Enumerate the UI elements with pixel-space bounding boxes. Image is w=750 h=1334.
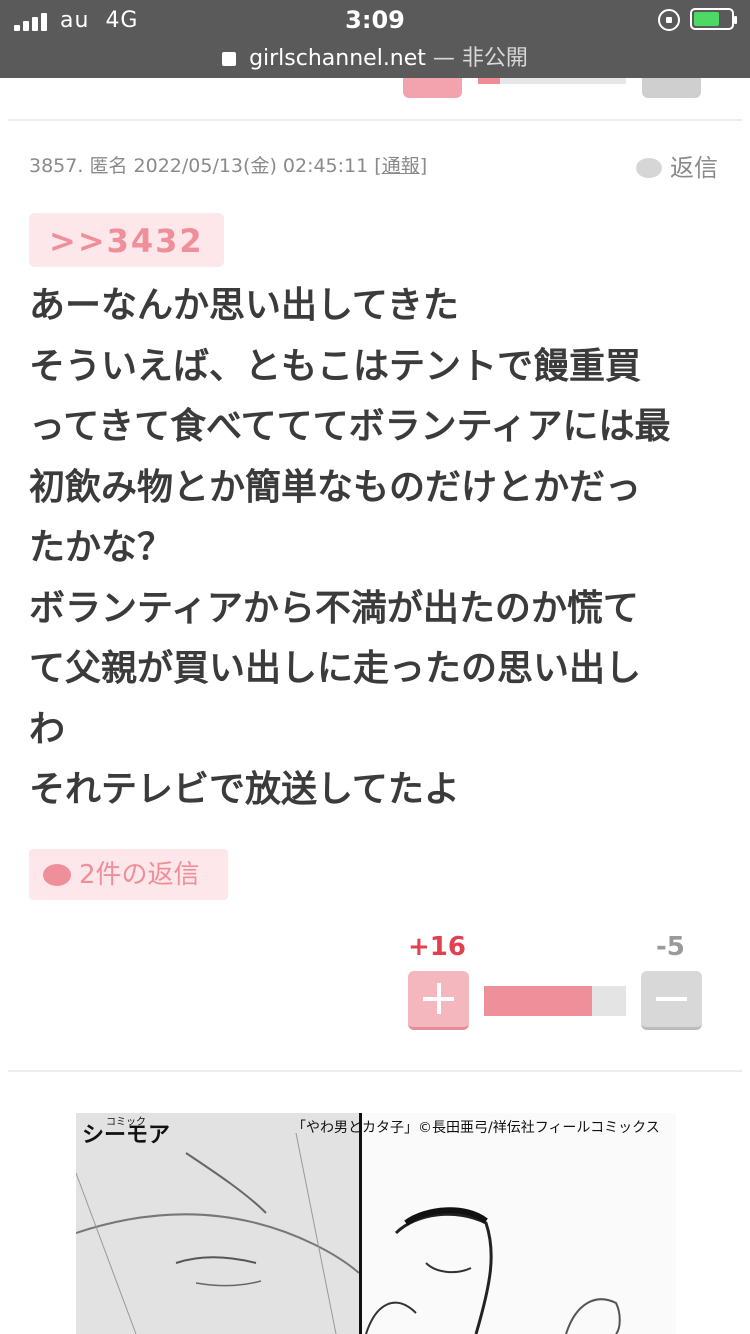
ad-panel-divider [359,1113,362,1334]
replies-label: 2件の返信 [79,860,200,890]
comment-line: それテレビで放送してたよ [29,769,460,810]
lock-icon [222,52,237,66]
comment-author: 匿名 [89,155,128,177]
address-bar[interactable]: girlschannel.net — 非公開 [0,40,750,71]
manga-ad-banner[interactable]: コミック シーモア 「やわ男とカタ子」©長田亜弓/祥伝社フィールコミックス [76,1113,676,1334]
status-bar: au 4G 3:09 [0,0,750,40]
minus-vote-count: -5 [656,932,685,962]
speech-bubble-icon [636,158,662,178]
address-suffix: — 非公開 [432,46,528,71]
clock: 3:09 [345,6,405,34]
vote-ratio-fill [484,986,592,1016]
comment-line: たかな？ [29,527,174,568]
comment-line: て父親が買い出しに走ったの思い出し [29,648,642,689]
comment-line: そういえば、ともこはテントで饅重買 [29,345,642,387]
battery-icon [690,8,737,30]
report-link[interactable]: 通報 [382,155,420,177]
minus-vote-button[interactable] [641,971,702,1030]
comment-line: わ [29,708,66,750]
divider [8,119,742,121]
comment-meta: 3857. 匿名 2022/05/13(金) 02:45:11 [通報] [29,155,428,177]
ad-credit: 「やわ男とカタ子」©長田亜弓/祥伝社フィールコミックス [292,1120,660,1136]
vote-ratio-bar [484,986,626,1016]
anchor-link[interactable]: >>3432 [29,213,224,267]
browser-top-bar: au 4G 3:09 girlschannel.net — 非公開 [0,0,750,78]
divider [8,1070,742,1072]
comment-line: あーなんか思い出してきた [29,285,459,326]
plus-vote-button[interactable] [408,971,469,1030]
plus-vote-count: +16 [408,932,466,962]
comment-line: ってきて食べてててボランティアには最 [29,406,671,447]
address-domain: girlschannel.net [249,46,426,71]
comment-number: 3857. [29,155,84,177]
comment-line: 初飲み物とか簡単なものだけとかだっ [29,466,642,508]
speech-bubble-icon [43,864,71,886]
comment-datetime: 2022/05/13(金) 02:45:11 [133,155,369,177]
comment-body: あーなんか思い出してきた そういえば、ともこはテントで饅重買 ってきて食べててて… [29,276,729,821]
replies-button[interactable]: 2件の返信 [29,849,228,900]
rotation-lock-icon [658,9,680,31]
page: au 4G 3:09 girlschannel.net — 非公開 3857. … [0,0,750,1334]
reply-button[interactable]: 返信 [636,148,718,183]
comment-line: ボランティアから不満が出たのか慌て [29,587,639,629]
reply-label: 返信 [670,154,718,182]
minus-icon [656,997,687,1001]
ad-logo: シーモア [82,1123,171,1148]
